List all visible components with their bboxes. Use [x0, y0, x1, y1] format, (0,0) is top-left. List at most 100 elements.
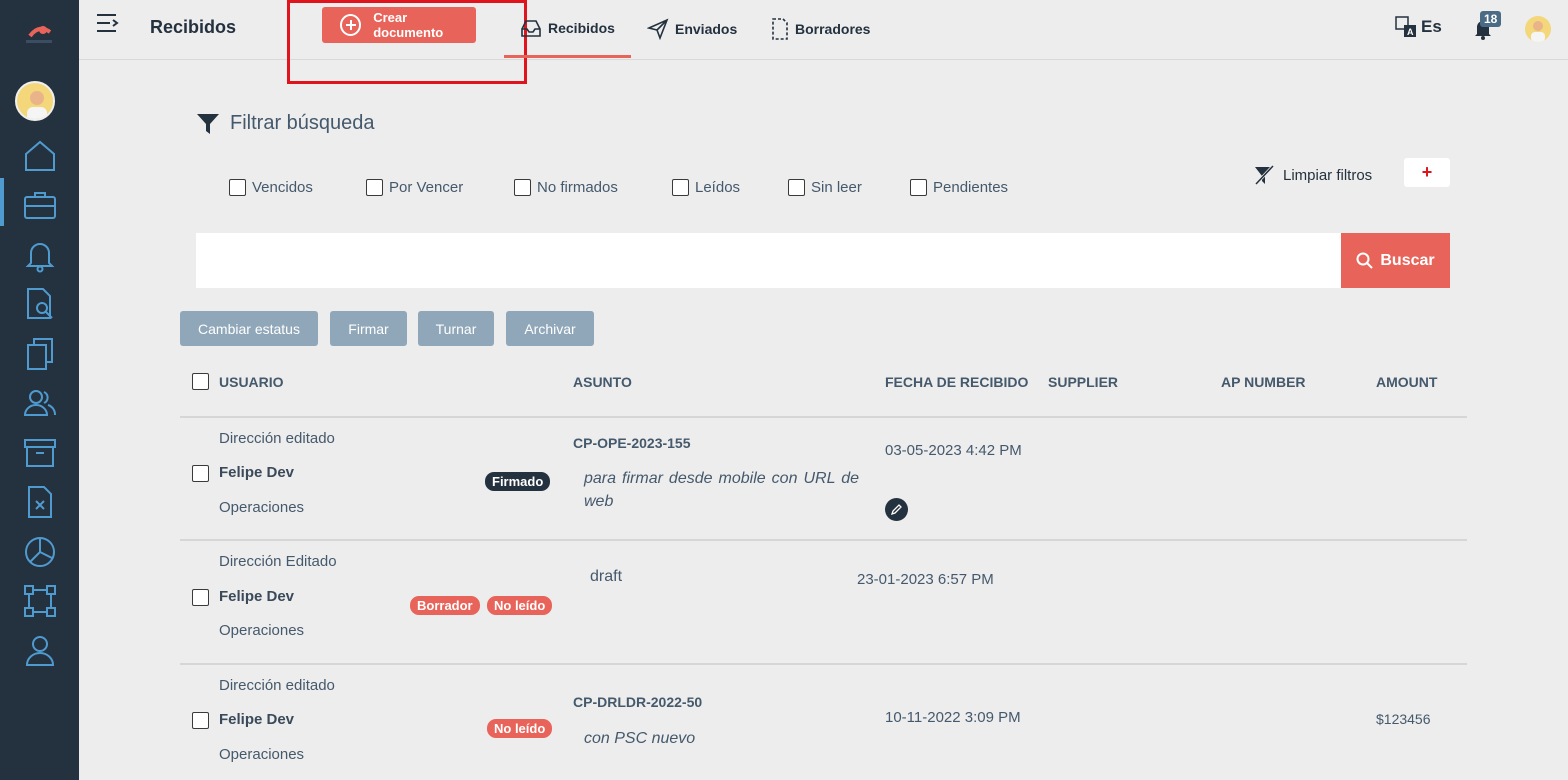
filter-title: Filtrar búsqueda — [196, 112, 375, 135]
page-title: Recibidos — [150, 17, 237, 37]
divider — [180, 539, 1467, 541]
top-bar: Recibidos Crear documento Recibidos Envi… — [79, 0, 1568, 84]
search-button[interactable]: Buscar — [1341, 233, 1450, 288]
translate-icon: A — [1395, 16, 1416, 37]
change-status-button[interactable]: Cambiar estatus — [180, 311, 318, 346]
status-badge: Borrador — [410, 596, 480, 615]
select-all-checkbox[interactable] — [192, 373, 209, 390]
briefcase-icon[interactable] — [22, 187, 58, 223]
row-checkbox[interactable] — [192, 465, 209, 482]
create-document-button[interactable]: Crear documento — [322, 7, 476, 43]
column-header-fecha[interactable]: FECHA DE RECIBIDO — [885, 374, 1028, 390]
language-selector[interactable]: A Es — [1395, 16, 1442, 38]
document-search-icon[interactable] — [22, 286, 58, 322]
search-icon — [1356, 252, 1374, 269]
svg-text:A: A — [1407, 27, 1414, 37]
document-cancel-icon[interactable] — [22, 484, 58, 520]
checkbox[interactable] — [229, 179, 246, 196]
filter-checkbox-vencidos[interactable]: Vencidos — [229, 179, 313, 196]
users-icon[interactable] — [22, 385, 58, 421]
status-badge: No leído — [487, 596, 553, 615]
tab-enviados[interactable]: Enviados — [647, 0, 737, 58]
user-avatar[interactable] — [1525, 16, 1551, 42]
row-date: 23-01-2023 6:57 PM — [857, 571, 994, 588]
bell-icon[interactable] — [22, 237, 58, 273]
sidebar — [0, 0, 79, 780]
sign-button[interactable]: Firmar — [330, 311, 407, 346]
row-subject: para firmar desde mobile con URL de web — [584, 470, 859, 510]
tab-borradores-label: Borradores — [795, 21, 871, 37]
logo — [22, 18, 56, 48]
row-checkbox[interactable] — [192, 712, 209, 729]
menu-toggle-icon[interactable] — [96, 13, 120, 33]
chart-pie-icon[interactable] — [22, 534, 58, 570]
notification-count-badge: 18 — [1480, 11, 1502, 27]
archive-button[interactable]: Archivar — [506, 311, 594, 346]
tab-enviados-label: Enviados — [675, 21, 738, 37]
row-department: Dirección editado — [219, 430, 335, 447]
search-button-label: Buscar — [1380, 251, 1435, 269]
checkbox-label: Pendientes — [933, 179, 1009, 196]
row-checkbox[interactable] — [192, 589, 209, 606]
column-header-amount[interactable]: AMOUNT — [1376, 374, 1437, 390]
row-subject: draft — [590, 568, 623, 585]
avatar[interactable] — [15, 81, 55, 121]
column-header-usuario[interactable]: USUARIO — [219, 374, 284, 390]
tab-recibidos[interactable]: Recibidos — [504, 0, 631, 58]
column-header-ap-number[interactable]: AP NUMBER — [1221, 374, 1306, 390]
forward-button[interactable]: Turnar — [418, 311, 494, 346]
checkbox[interactable] — [514, 179, 531, 196]
row-area: Operaciones — [219, 499, 305, 516]
checkbox-label: Sin leer — [811, 179, 862, 196]
column-header-asunto[interactable]: ASUNTO — [573, 374, 632, 390]
filter-checkbox-leidos[interactable]: Leídos — [672, 179, 740, 196]
workflow-icon[interactable] — [22, 583, 58, 619]
row-department: Dirección editado — [219, 677, 335, 694]
status-badge: Firmado — [485, 472, 551, 491]
documents-icon[interactable] — [22, 336, 58, 372]
archive-icon[interactable] — [22, 435, 58, 471]
active-indicator — [0, 178, 4, 226]
filter-checkbox-sin-leer[interactable]: Sin leer — [788, 179, 862, 196]
checkbox[interactable] — [910, 179, 927, 196]
row-date: 03-05-2023 4:42 PM — [885, 442, 1022, 459]
column-header-supplier[interactable]: SUPPLIER — [1048, 374, 1118, 390]
clear-filters-button[interactable]: Limpiar filtros — [1253, 164, 1372, 186]
divider — [180, 663, 1467, 665]
row-area: Operaciones — [219, 746, 305, 763]
row-amount: $123456 — [1376, 711, 1431, 727]
inbox-icon — [521, 19, 541, 37]
filter-checkbox-pendientes[interactable]: Pendientes — [910, 179, 1008, 196]
checkbox[interactable] — [366, 179, 383, 196]
divider — [180, 416, 1467, 418]
row-area: Operaciones — [219, 622, 305, 639]
tab-recibidos-label: Recibidos — [548, 19, 615, 36]
add-filter-button[interactable]: + — [1404, 158, 1450, 187]
filter-icon — [197, 113, 219, 134]
send-icon — [647, 18, 669, 40]
clear-filters-label: Limpiar filtros — [1283, 166, 1373, 184]
checkbox-label: Leídos — [695, 179, 741, 196]
row-code: CP-OPE-2023-155 — [573, 435, 691, 451]
tab-borradores[interactable]: Borradores — [771, 0, 870, 58]
status-badge: No leído — [487, 719, 553, 738]
checkbox-label: Por Vencer — [389, 179, 464, 196]
user-icon[interactable] — [22, 633, 58, 669]
home-icon[interactable] — [22, 138, 58, 174]
checkbox[interactable] — [788, 179, 805, 196]
filter-checkbox-no-firmados[interactable]: No firmados — [514, 179, 618, 196]
checkbox-label: No firmados — [537, 179, 618, 196]
edit-icon[interactable] — [885, 498, 908, 521]
row-department: Dirección Editado — [219, 553, 337, 570]
row-subject: con PSC nuevo — [584, 730, 696, 747]
row-date: 10-11-2022 3:09 PM — [885, 709, 1021, 726]
checkbox[interactable] — [672, 179, 689, 196]
draft-icon — [772, 18, 788, 40]
clear-filter-icon — [1254, 164, 1275, 186]
row-user: Felipe Dev — [219, 588, 295, 605]
filter-checkbox-por-vencer[interactable]: Por Vencer — [366, 179, 463, 196]
filter-title-label: Filtrar búsqueda — [230, 112, 375, 134]
search-input[interactable] — [196, 233, 1342, 288]
row-user: Felipe Dev — [219, 464, 295, 481]
plus-circle-icon — [340, 14, 362, 36]
